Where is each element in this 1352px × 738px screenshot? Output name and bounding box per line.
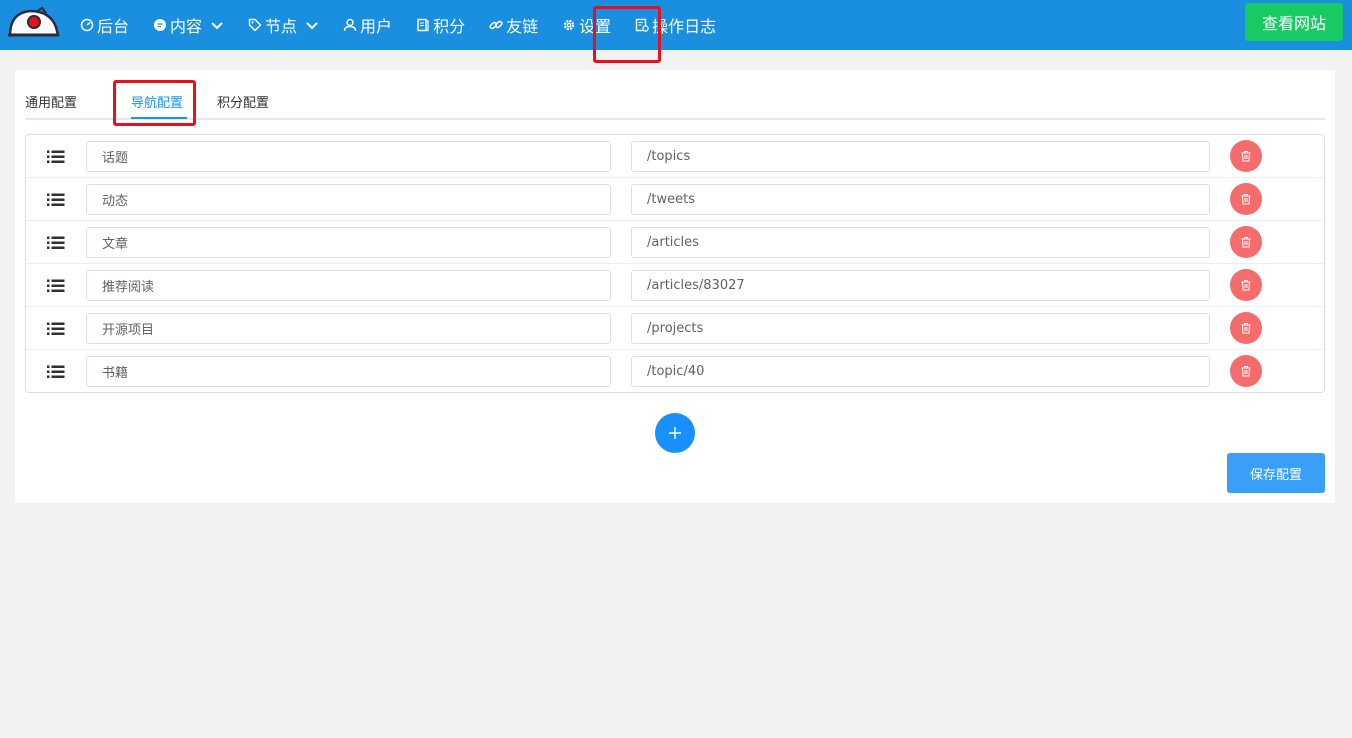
gear-icon — [562, 18, 576, 32]
nav-item-links[interactable]: 友链 — [489, 0, 550, 50]
nav-item-label: 设置 — [579, 17, 612, 36]
trash-icon — [1240, 365, 1252, 377]
nav-item-label: 用户 — [360, 17, 393, 36]
user-icon — [343, 18, 357, 32]
delete-row-button[interactable] — [1230, 226, 1262, 258]
delete-row-button[interactable] — [1230, 312, 1262, 344]
plus-icon — [668, 426, 682, 440]
log-icon — [635, 18, 649, 32]
link-icon — [489, 18, 503, 32]
drag-handle-icon[interactable] — [47, 278, 65, 292]
nav-name-input[interactable] — [86, 227, 611, 258]
nav-item-operation-log[interactable]: 操作日志 — [635, 0, 728, 50]
nav-name-input[interactable] — [86, 270, 611, 301]
nav-name-input[interactable] — [86, 184, 611, 215]
chevron-down-icon — [210, 18, 224, 32]
nav-config-row — [26, 350, 1324, 392]
drag-handle-icon[interactable] — [47, 149, 65, 163]
tag-icon — [248, 18, 262, 32]
drag-handle-icon[interactable] — [47, 321, 65, 335]
delete-row-button[interactable] — [1230, 269, 1262, 301]
save-config-button[interactable]: 保存配置 — [1227, 453, 1325, 493]
nav-item-settings[interactable]: 设置 — [562, 0, 623, 50]
nav-name-input[interactable] — [86, 141, 611, 172]
main-nav: 后台 内容 节点 用户 积分 友链 设置 操作日志 — [80, 0, 740, 50]
trash-icon — [1240, 193, 1252, 205]
nav-item-points[interactable]: 积分 — [416, 0, 477, 50]
trash-icon — [1240, 279, 1252, 291]
nav-config-row — [26, 264, 1324, 307]
nav-url-input[interactable] — [631, 141, 1210, 172]
drag-handle-icon[interactable] — [47, 192, 65, 206]
delete-row-button[interactable] — [1230, 140, 1262, 172]
nav-item-nodes[interactable]: 节点 — [248, 0, 331, 50]
drag-handle-icon[interactable] — [47, 235, 65, 249]
tab-nav-config[interactable]: 导航配置 — [131, 92, 183, 111]
chat-bubble-icon — [153, 18, 167, 32]
trash-icon — [1240, 236, 1252, 248]
trash-icon — [1240, 322, 1252, 334]
nav-url-input[interactable] — [631, 356, 1210, 387]
visit-site-button[interactable]: 查看网站 — [1245, 3, 1343, 41]
delete-row-button[interactable] — [1230, 183, 1262, 215]
nav-config-row — [26, 135, 1324, 178]
nav-item-label: 节点 — [265, 17, 298, 36]
settings-tabs: 通用配置 导航配置 积分配置 — [25, 70, 1325, 120]
nav-item-dashboard[interactable]: 后台 — [80, 0, 141, 50]
trash-icon — [1240, 150, 1252, 162]
nav-item-users[interactable]: 用户 — [343, 0, 404, 50]
site-logo[interactable] — [6, 5, 60, 39]
dashboard-icon — [80, 18, 94, 32]
delete-row-button[interactable] — [1230, 355, 1262, 387]
nav-url-input[interactable] — [631, 227, 1210, 258]
tab-general-config[interactable]: 通用配置 — [25, 92, 77, 111]
nav-config-row — [26, 307, 1324, 350]
nav-url-input[interactable] — [631, 313, 1210, 344]
nav-item-label: 积分 — [433, 17, 466, 36]
nav-config-row — [26, 178, 1324, 221]
add-row-button[interactable] — [655, 413, 695, 453]
tab-points-config[interactable]: 积分配置 — [217, 92, 269, 111]
nav-url-input[interactable] — [631, 270, 1210, 301]
chevron-down-icon — [305, 18, 319, 32]
nav-item-label: 内容 — [170, 17, 203, 36]
active-tab-indicator — [131, 117, 187, 119]
nav-url-input[interactable] — [631, 184, 1210, 215]
nav-item-content[interactable]: 内容 — [153, 0, 236, 50]
nav-item-label: 后台 — [97, 17, 130, 36]
book-icon — [416, 18, 430, 32]
settings-panel: 通用配置 导航配置 积分配置 话题 /topics 动态 /tweets 文章 … — [15, 70, 1335, 503]
nav-item-label: 操作日志 — [652, 17, 717, 36]
top-navbar: 后台 内容 节点 用户 积分 友链 设置 操作日志 查看网站 — [0, 0, 1352, 50]
drag-handle-icon[interactable] — [47, 364, 65, 378]
nav-config-row — [26, 221, 1324, 264]
nav-item-label: 友链 — [506, 17, 539, 36]
nav-config-list — [25, 134, 1325, 393]
nav-name-input[interactable] — [86, 356, 611, 387]
nav-name-input[interactable] — [86, 313, 611, 344]
